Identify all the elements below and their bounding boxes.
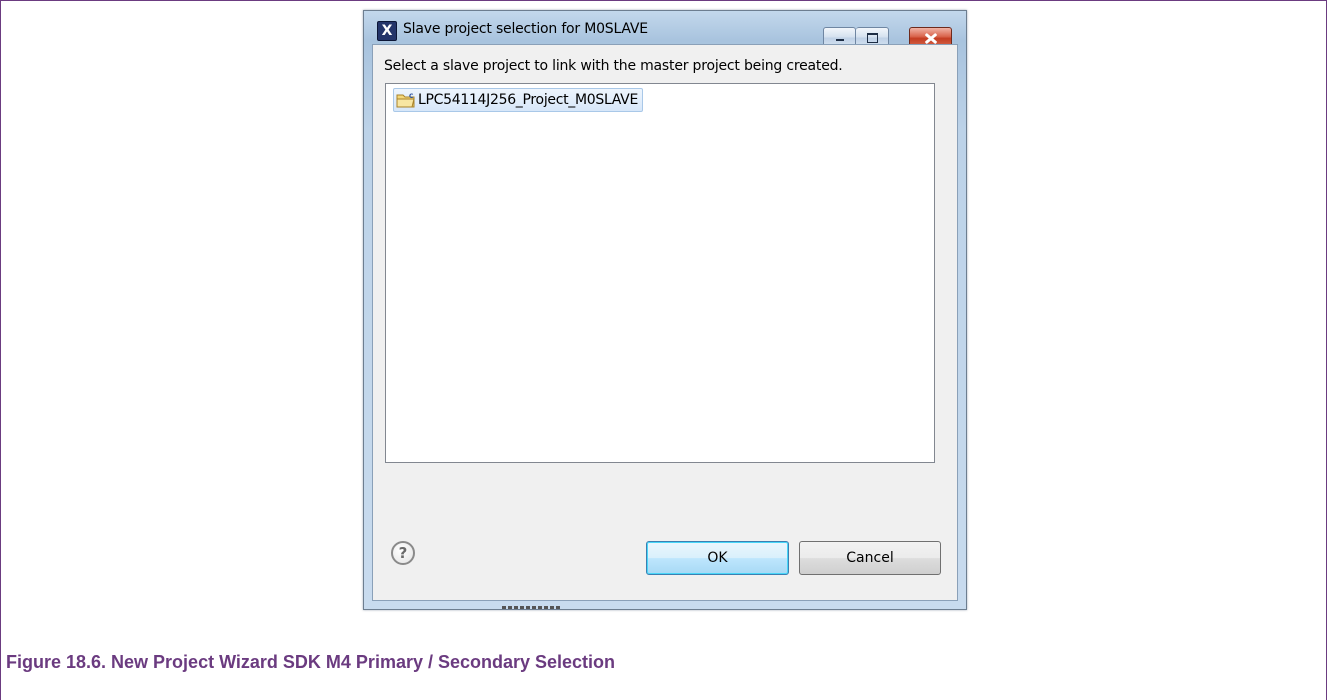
project-folder-icon: C (396, 93, 415, 108)
instruction-text: Select a slave project to link with the … (384, 58, 843, 74)
window-title: Slave project selection for M0SLAVE (403, 21, 648, 37)
title-bar[interactable]: X Slave project selection for M0SLAVE (364, 11, 966, 48)
help-icon[interactable]: ? (391, 541, 415, 565)
svg-text:C: C (409, 93, 414, 100)
project-list[interactable]: C LPC54114J256_Project_M0SLAVE (385, 83, 935, 463)
figure-caption: Figure 18.6. New Project Wizard SDK M4 P… (6, 652, 616, 672)
dialog-window: X Slave project selection for M0SLAVE Se… (363, 10, 967, 610)
ok-button[interactable]: OK (646, 541, 789, 575)
list-item[interactable]: C LPC54114J256_Project_M0SLAVE (393, 88, 644, 112)
cancel-button[interactable]: Cancel (799, 541, 941, 575)
cropped-text-fragment (502, 606, 560, 612)
project-label: LPC54114J256_Project_M0SLAVE (418, 92, 639, 108)
app-icon: X (377, 21, 397, 41)
